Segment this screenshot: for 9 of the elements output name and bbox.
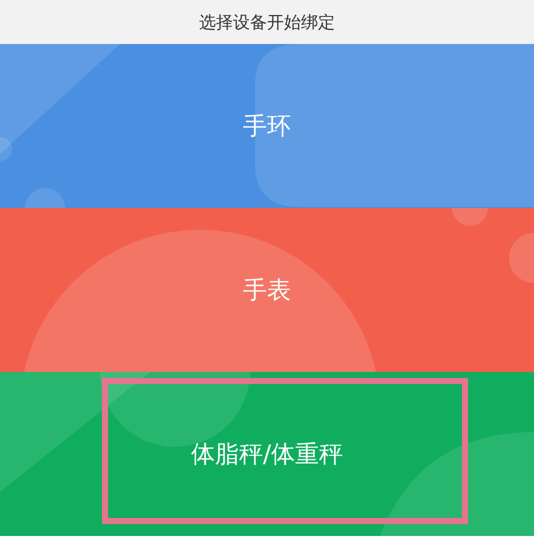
device-label: 手环 [243, 111, 291, 142]
device-label: 体脂秤/体重秤 [190, 439, 344, 470]
device-label: 手表 [243, 275, 291, 306]
background-shape [25, 188, 65, 208]
background-shape [509, 233, 534, 283]
page-title: 选择设备开始绑定 [199, 12, 335, 34]
device-card[interactable]: 手表 [0, 208, 534, 372]
device-card[interactable]: 体脂秤/体重秤 [0, 372, 534, 536]
device-card[interactable]: 手环 [0, 44, 534, 208]
